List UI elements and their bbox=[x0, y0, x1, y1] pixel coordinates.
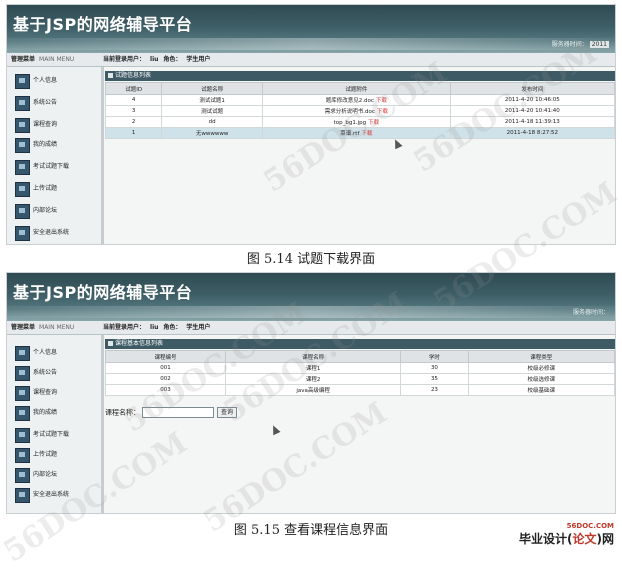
table-row: 001 课程1 30 校级必修课 bbox=[104, 362, 615, 374]
sidebar-item-profile[interactable]: 个人信息 bbox=[15, 73, 57, 89]
figure-caption-1: 图 5.14 试题下载界面 bbox=[246, 252, 376, 267]
sidebar-item-upload-test[interactable]: 上传试题 bbox=[15, 181, 57, 197]
login-info: 当前登录用户： liu 角色： 学生用户 bbox=[103, 56, 211, 63]
course-search: 课程名称： 查询 bbox=[105, 407, 238, 418]
course-icon bbox=[15, 117, 30, 133]
download-link[interactable]: 下载 bbox=[376, 98, 387, 104]
panel-title: 课程基本信息列表 bbox=[105, 339, 615, 349]
table-row: 3 测试试题 需求分析说明书.doc 下载 2011-4-20 10:41:40 bbox=[104, 105, 615, 117]
sidebar: 个人信息 系统公告 课程查询 我的成绩 考试试题下载 上传试题 内部论坛 安全退… bbox=[7, 67, 104, 244]
app-banner: 基于JSP的网络辅导平台 服务器时间： 2011 bbox=[7, 5, 615, 53]
screenshot-course-info: 基于JSP的网络辅导平台 服务器时间： 管理菜单 MAIN MENU 当前登录用户… bbox=[6, 272, 616, 514]
sidebar-item-my-grades[interactable]: 我的成绩 bbox=[15, 405, 57, 421]
panel-title: 试题信息列表 bbox=[105, 71, 615, 81]
panel-icon bbox=[108, 73, 113, 78]
sidebar-item-test-download[interactable]: 考试试题下载 bbox=[15, 159, 69, 175]
course-icon bbox=[15, 385, 30, 401]
sidebar-item-course-query[interactable]: 课程查询 bbox=[15, 385, 57, 401]
app-title: 基于JSP的网络辅导平台 bbox=[13, 283, 193, 302]
sidebar-item-upload-test[interactable]: 上传试题 bbox=[15, 447, 57, 463]
announcement-icon bbox=[15, 365, 30, 381]
sidebar: 个人信息 系统公告 课程查询 我的成绩 考试试题下载 上传试题 内部论坛 安全退… bbox=[7, 335, 104, 513]
logout-icon bbox=[15, 487, 30, 503]
download-link[interactable]: 下载 bbox=[377, 109, 388, 115]
sidebar-item-course-query[interactable]: 课程查询 bbox=[15, 117, 57, 133]
table-row: 2 dd top_bg1.jpg 下载 2011-4-18 11:39:13 bbox=[104, 116, 615, 128]
download-icon bbox=[15, 427, 30, 443]
sidebar-item-forum[interactable]: 内部论坛 bbox=[15, 467, 57, 483]
sidebar-item-test-download[interactable]: 考试试题下载 bbox=[15, 427, 69, 443]
sidebar-item-my-grades[interactable]: 我的成绩 bbox=[15, 137, 57, 153]
screenshot-test-download: 基于JSP的网络辅导平台 服务器时间： 2011 管理菜单 MAIN MENU 当前… bbox=[6, 4, 616, 245]
announcement-icon bbox=[15, 95, 30, 111]
panel-icon bbox=[108, 341, 113, 346]
info-bar: 管理菜单 MAIN MENU 当前登录用户： liu 角色： 学生用户 bbox=[7, 53, 615, 67]
table-row: 002 课程2 35 校级选修课 bbox=[104, 373, 615, 385]
table-row: 003 java高级编程 23 校级基础课 bbox=[104, 384, 615, 396]
sidebar-item-announcements[interactable]: 系统公告 bbox=[15, 365, 57, 381]
table-header: 试题ID 试题名称 试题附件 发布时间 bbox=[104, 82, 615, 95]
app-title: 基于JSP的网络辅导平台 bbox=[13, 15, 193, 34]
main-content: 试题信息列表 试题ID 试题名称 试题附件 发布时间 4 测试试题1 题库修改意… bbox=[104, 67, 615, 244]
download-icon bbox=[15, 159, 30, 175]
course-name-label: 课程名称： bbox=[105, 408, 140, 417]
user-icon bbox=[15, 345, 30, 361]
course-table: 课程编号 课程名称 学时 课程类型 001 课程1 30 校级必修课 002 课… bbox=[104, 350, 615, 396]
grade-icon bbox=[15, 137, 30, 153]
main-content: 课程基本信息列表 课程编号 课程名称 学时 课程类型 001 课程1 30 校级… bbox=[104, 335, 615, 513]
download-link[interactable]: 下载 bbox=[368, 120, 379, 126]
query-button[interactable]: 查询 bbox=[217, 407, 238, 418]
sidebar-item-forum[interactable]: 内部论坛 bbox=[15, 203, 57, 219]
user-icon bbox=[15, 73, 30, 89]
mouse-cursor bbox=[269, 423, 281, 436]
info-bar: 管理菜单 MAIN MENU 当前登录用户： liu 角色： 学生用户 bbox=[7, 321, 615, 335]
server-clock: 服务器时间： bbox=[572, 309, 609, 316]
sidebar-item-announcements[interactable]: 系统公告 bbox=[15, 95, 57, 111]
upload-icon bbox=[15, 181, 30, 197]
menu-title: 管理菜单 MAIN MENU bbox=[11, 324, 75, 331]
course-name-input[interactable] bbox=[142, 407, 214, 418]
menu-title: 管理菜单 MAIN MENU bbox=[11, 56, 75, 63]
test-table: 试题ID 试题名称 试题附件 发布时间 4 测试试题1 题库修改意见2.doc 下… bbox=[104, 82, 615, 139]
grade-icon bbox=[15, 405, 30, 421]
site-logo: 56DOC.COM 毕业设计(论文)网 bbox=[518, 522, 614, 546]
login-info: 当前登录用户： liu 角色： 学生用户 bbox=[103, 324, 211, 331]
sidebar-item-logout[interactable]: 安全退出系统 bbox=[15, 487, 69, 503]
mouse-cursor bbox=[391, 137, 403, 150]
app-banner: 基于JSP的网络辅导平台 服务器时间： bbox=[7, 273, 615, 321]
logout-icon bbox=[15, 225, 30, 241]
forum-icon bbox=[15, 467, 30, 483]
table-row: 1 无wwwwww 菜谱.rtf 下载 2011-4-18 8:27:52 bbox=[104, 127, 615, 139]
table-header: 课程编号 课程名称 学时 课程类型 bbox=[104, 350, 615, 363]
upload-icon bbox=[15, 447, 30, 463]
sidebar-item-profile[interactable]: 个人信息 bbox=[15, 345, 57, 361]
server-clock: 服务器时间： 2011 bbox=[551, 41, 609, 48]
table-row: 4 测试试题1 题库修改意见2.doc 下载 2011-4-20 10:46:05 bbox=[104, 94, 615, 106]
forum-icon bbox=[15, 203, 30, 219]
download-link[interactable]: 下载 bbox=[361, 131, 372, 137]
sidebar-item-logout[interactable]: 安全退出系统 bbox=[15, 225, 69, 241]
